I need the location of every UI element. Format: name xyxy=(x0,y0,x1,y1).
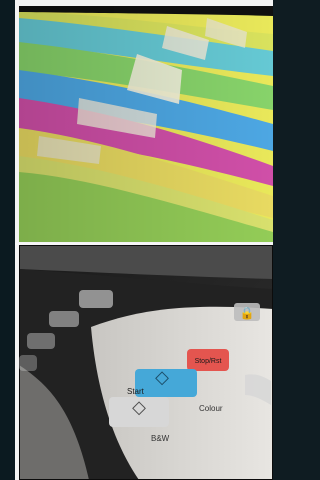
panel-key xyxy=(27,333,55,349)
panel-key xyxy=(49,311,79,327)
left-dark-edge xyxy=(0,0,15,480)
color-label: Colour xyxy=(199,404,223,413)
panel-key xyxy=(19,355,37,371)
black-label: B&W xyxy=(151,434,170,443)
start-bw-icon: ◇ xyxy=(132,397,146,417)
start-label: Start xyxy=(127,387,145,396)
copier-control-panel-illustration: 🔒 Stop/Rst ◇ ◇ Start Colour B&W xyxy=(19,245,273,480)
stop-reset-label: Stop/Rst xyxy=(195,358,222,365)
lock-icon: 🔒 xyxy=(240,306,255,320)
colored-file-folders-photo xyxy=(15,0,273,245)
image-frame: 🔒 Stop/Rst ◇ ◇ Start Colour B&W xyxy=(0,0,273,480)
colored-file-folders-illustration xyxy=(19,6,273,242)
start-color-icon: ◇ xyxy=(155,367,169,387)
copier-control-panel-photo: 🔒 Stop/Rst ◇ ◇ Start Colour B&W xyxy=(15,245,273,480)
panel-key xyxy=(79,290,113,308)
